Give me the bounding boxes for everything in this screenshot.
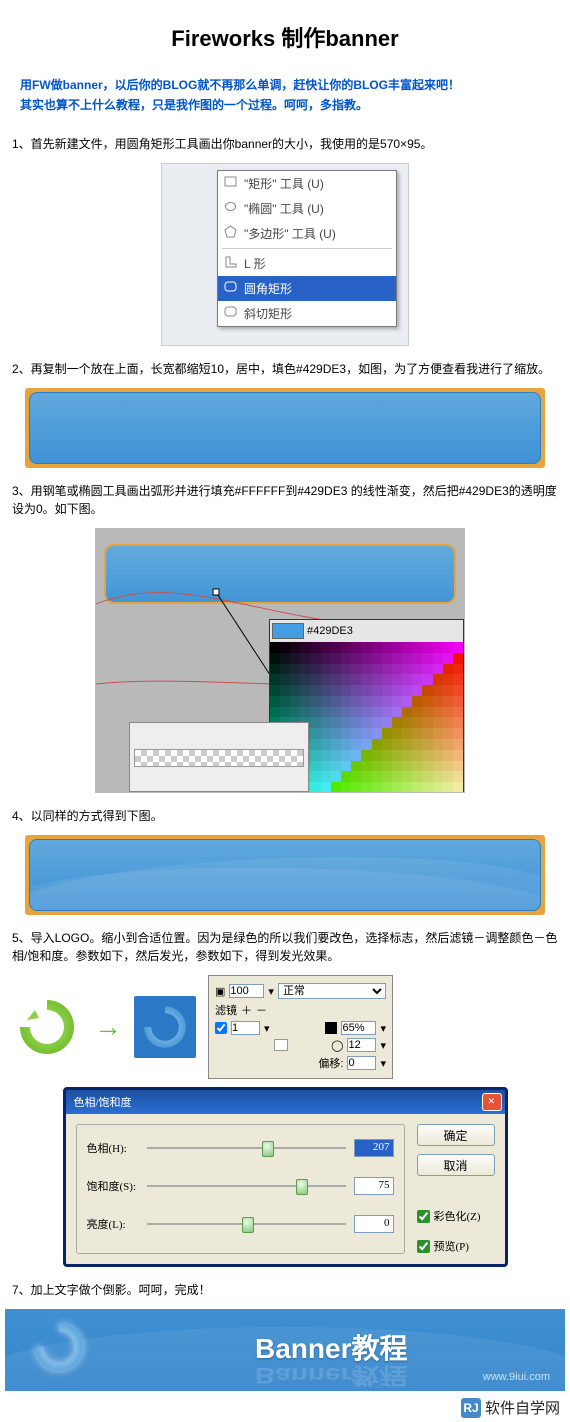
- footer-logo-icon: RJ: [461, 1398, 481, 1418]
- gradient-toolbar: [129, 722, 309, 792]
- preview-check[interactable]: 预览(P): [417, 1238, 495, 1254]
- light-value[interactable]: 0: [354, 1215, 394, 1233]
- glow-offset-input[interactable]: [347, 1056, 376, 1070]
- figure-2-banner-flat: [25, 388, 545, 468]
- arrow-icon: →: [94, 1011, 122, 1043]
- final-logo: [29, 1317, 89, 1377]
- menu-rounded-rect[interactable]: 圆角矩形: [218, 276, 396, 301]
- menu-bevel-rect-label: 斜切矩形: [244, 307, 292, 321]
- step-5: 5、导入LOGO。缩小到合适位置。因为是绿色的所以我们要改色，选择标志，然后滤镜…: [12, 929, 558, 965]
- menu-polygon[interactable]: "多边形" 工具 (U): [218, 221, 396, 246]
- opacity-square-icon: ▣: [215, 985, 225, 998]
- opacity-input[interactable]: [229, 984, 264, 998]
- filter-label: 滤镜: [215, 1002, 237, 1018]
- shape-tools-menu: "矩形" 工具 (U) "椭圆" 工具 (U) "多边形" 工具 (U) L 形…: [217, 170, 397, 327]
- bevel-rect-icon: [224, 305, 237, 318]
- logo-after-blue: [134, 996, 196, 1058]
- dialog-title: 色相/饱和度: [74, 1094, 132, 1110]
- rounded-rect-icon: [224, 280, 237, 293]
- step-1: 1、首先新建文件，用圆角矩形工具画出你banner的大小，我使用的是570×95…: [12, 135, 558, 153]
- rect-icon: [224, 175, 237, 188]
- dropdown-caret-icon[interactable]: ▾: [380, 1022, 386, 1035]
- menu-ellipse[interactable]: "椭圆" 工具 (U): [218, 196, 396, 221]
- dropdown-caret-icon[interactable]: ▾: [268, 985, 274, 998]
- dropdown-caret-icon[interactable]: ▾: [380, 1039, 386, 1052]
- glow-panel: ▣ ▾ 正常 滤镜＋－ ▾ ▾ ◯ ▾ 偏移: ▾: [208, 975, 393, 1079]
- polygon-icon: [224, 225, 237, 238]
- softness-circle-icon: ◯: [331, 1039, 343, 1052]
- light-label: 亮度(L):: [87, 1216, 139, 1232]
- page-footer: RJ 软件自学网: [0, 1391, 570, 1422]
- ok-button[interactable]: 确定: [417, 1124, 495, 1146]
- lshape-icon: [224, 255, 237, 268]
- lightness-slider[interactable]: [147, 1216, 346, 1232]
- glow-color-swatch[interactable]: [325, 1022, 337, 1034]
- figure-1-context-menu: "矩形" 工具 (U) "椭圆" 工具 (U) "多边形" 工具 (U) L 形…: [161, 163, 409, 346]
- figure-3-gradient-edit: #429DE3: [95, 528, 465, 793]
- menu-rect-label: "矩形" 工具 (U): [244, 177, 324, 191]
- sat-value[interactable]: 75: [354, 1177, 394, 1195]
- menu-rounded-rect-label: 圆角矩形: [244, 282, 292, 296]
- color-box-icon[interactable]: [274, 1039, 288, 1051]
- minus-icon[interactable]: －: [256, 1002, 267, 1018]
- menu-bevel-rect[interactable]: 斜切矩形: [218, 301, 396, 326]
- step-2: 2、再复制一个放在上面，长宽都缩短10，居中，填色#429DE3，如图，为了方便…: [12, 360, 558, 378]
- dropdown-caret-icon[interactable]: ▾: [264, 1022, 270, 1035]
- plus-icon[interactable]: ＋: [241, 1002, 252, 1018]
- glow-width-input[interactable]: [231, 1021, 260, 1035]
- final-text-reflection: Banner教程: [255, 1361, 407, 1391]
- glow-opacity-input[interactable]: [341, 1021, 376, 1035]
- menu-ellipse-label: "椭圆" 工具 (U): [244, 202, 324, 216]
- glow-softness-input[interactable]: [347, 1038, 376, 1052]
- final-banner: Banner教程 Banner教程 www.9iui.com: [5, 1309, 565, 1391]
- slider-group: 色相(H): 207 饱和度(S): 75 亮度(L): 0: [76, 1124, 405, 1254]
- logo-before-green: [12, 992, 82, 1062]
- colorize-check[interactable]: 彩色化(Z): [417, 1208, 495, 1224]
- step-3: 3、用钢笔或椭圆工具画出弧形并进行填充#FFFFFF到#429DE3 的线性渐变…: [12, 482, 558, 518]
- filter-enable-check[interactable]: [215, 1022, 227, 1034]
- intro-line2: 其实也算不上什么教程，只是我作图的一个过程。呵呵，多指教。: [20, 95, 550, 115]
- step-4: 4、以同样的方式得到下图。: [12, 807, 558, 825]
- ellipse-icon: [224, 200, 237, 213]
- menu-lshape[interactable]: L 形: [218, 251, 396, 276]
- menu-separator: [222, 248, 392, 249]
- menu-rect[interactable]: "矩形" 工具 (U): [218, 171, 396, 196]
- menu-polygon-label: "多边形" 工具 (U): [244, 227, 336, 241]
- menu-lshape-label: L 形: [244, 257, 266, 271]
- hex-value: #429DE3: [307, 625, 353, 637]
- intro-box: 用FW做banner，以后你的BLOG就不再那么单调，赶快让你的BLOG丰富起来…: [12, 67, 558, 123]
- step-7: 7、加上文字做个倒影。呵呵，完成！: [12, 1281, 558, 1299]
- close-button[interactable]: ×: [482, 1093, 502, 1111]
- sat-label: 饱和度(S):: [87, 1178, 139, 1194]
- offset-label: 偏移:: [318, 1055, 343, 1071]
- final-url: www.9iui.com: [483, 1371, 550, 1383]
- page-title: Fireworks 制作banner: [0, 21, 570, 53]
- dropdown-caret-icon[interactable]: ▾: [380, 1057, 386, 1070]
- intro-line1: 用FW做banner，以后你的BLOG就不再那么单调，赶快让你的BLOG丰富起来…: [20, 75, 550, 95]
- footer-text: 软件自学网: [485, 1397, 560, 1418]
- hue-saturation-dialog: 色相/饱和度 × 色相(H): 207 饱和度(S): 75 亮度(L): 0: [63, 1087, 508, 1267]
- blend-mode-select[interactable]: 正常: [278, 983, 386, 999]
- hue-slider[interactable]: [147, 1140, 346, 1156]
- hue-value[interactable]: 207: [354, 1139, 394, 1157]
- hue-label: 色相(H):: [87, 1140, 139, 1156]
- logo-transform-row: → ▣ ▾ 正常 滤镜＋－ ▾ ▾ ◯ ▾ 偏移: ▾: [12, 975, 558, 1079]
- dialog-titlebar[interactable]: 色相/饱和度 ×: [66, 1090, 505, 1114]
- figure-4-banner-waved: [25, 835, 545, 915]
- cancel-button[interactable]: 取消: [417, 1154, 495, 1176]
- current-swatch: [272, 623, 304, 639]
- transparency-strip: [134, 749, 304, 767]
- saturation-slider[interactable]: [147, 1178, 346, 1194]
